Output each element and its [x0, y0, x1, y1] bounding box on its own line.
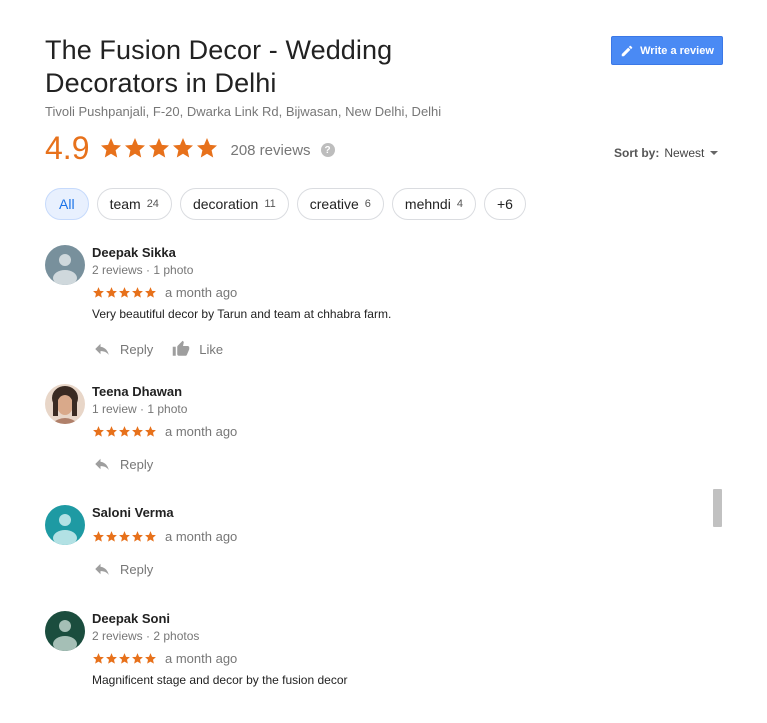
avatar[interactable]	[45, 611, 85, 651]
review-stars	[92, 530, 157, 543]
review-text: Very beautiful decor by Tarun and team a…	[92, 307, 392, 321]
star-icon	[145, 653, 156, 664]
star-icon	[132, 287, 143, 298]
write-review-label: Write a review	[640, 44, 714, 57]
reviewer-name[interactable]: Saloni Verma	[92, 505, 237, 521]
user-photo-avatar	[45, 384, 85, 424]
star-icon	[132, 426, 143, 437]
chip-label: All	[59, 196, 75, 212]
write-review-button[interactable]: Write a review	[611, 36, 723, 65]
rating-stars	[99, 136, 219, 160]
chip-count: 6	[364, 198, 371, 210]
reply-button[interactable]: Reply	[92, 340, 153, 358]
reviewer-name[interactable]: Deepak Soni	[92, 611, 348, 627]
reply-icon	[95, 563, 109, 575]
rating-summary: 4.9 208 reviews ?	[45, 132, 335, 164]
avatar[interactable]	[45, 505, 85, 545]
pencil-icon	[621, 45, 633, 56]
chip-label: decoration	[192, 196, 259, 212]
chip-label: mehndi	[404, 196, 451, 212]
chip-count: 4	[456, 198, 463, 210]
reviewer-meta: 2 reviews · 2 photos	[92, 629, 200, 643]
place-header: The Fusion Decor - Wedding Decorators in…	[45, 34, 565, 119]
review-time: a month ago	[165, 529, 238, 544]
avatar[interactable]	[45, 384, 85, 424]
chip-mehndi[interactable]: mehndi 4	[391, 188, 476, 220]
chip-label: team	[109, 196, 141, 212]
star-icon	[119, 287, 130, 298]
place-title: The Fusion Decor - Wedding Decorators in…	[45, 34, 565, 100]
like-button[interactable]: Like	[171, 340, 223, 358]
chip-creative[interactable]: creative 6	[296, 188, 384, 220]
rating-value: 4.9	[45, 130, 90, 166]
review-stars	[92, 652, 157, 665]
star-icon	[132, 653, 143, 664]
star-icon	[106, 531, 117, 542]
star-icon	[101, 138, 122, 158]
chip-count: 11	[264, 198, 276, 210]
reply-button[interactable]: Reply	[92, 560, 153, 578]
star-icon	[106, 653, 117, 664]
star-icon	[145, 287, 156, 298]
reply-label: Reply	[120, 341, 154, 357]
chip-label: +6	[496, 196, 513, 212]
review-time: a month ago	[165, 285, 238, 300]
reviewer-meta: 2 reviews · 1 photo	[92, 263, 194, 277]
reply-icon	[95, 343, 109, 355]
sort-value: Newest	[664, 146, 705, 160]
review-count[interactable]: 208 reviews	[230, 142, 310, 159]
reviewer-meta: 1 review · 1 photo	[92, 402, 188, 416]
sort-label: Sort by:	[614, 146, 660, 160]
user-avatar-icon	[45, 611, 85, 651]
place-title-line1: The Fusion Decor - Wedding	[45, 35, 393, 65]
star-icon	[132, 531, 143, 542]
thumbs-up-icon	[173, 340, 190, 356]
star-icon	[119, 653, 130, 664]
sort-dropdown[interactable]: Sort by: Newest	[614, 146, 719, 160]
star-icon	[149, 138, 170, 158]
topic-chips: All team 24 decoration 11 creative 6 meh…	[45, 188, 526, 220]
star-icon	[93, 531, 104, 542]
help-icon[interactable]: ?	[320, 143, 335, 157]
like-label: Like	[199, 341, 224, 357]
reply-button[interactable]: Reply	[92, 455, 153, 473]
reply-label: Reply	[120, 456, 154, 472]
chip-label: creative	[309, 196, 359, 212]
review-stars	[92, 286, 157, 299]
place-title-line2: Decorators in Delhi	[45, 68, 277, 98]
chevron-down-icon	[710, 151, 719, 155]
chip-count: 24	[146, 198, 159, 210]
star-icon	[145, 531, 156, 542]
reviewer-name[interactable]: Deepak Sikka	[92, 245, 391, 261]
star-icon	[197, 138, 218, 158]
star-icon	[106, 426, 117, 437]
star-icon	[119, 531, 130, 542]
review-stars	[92, 425, 157, 438]
star-icon	[119, 426, 130, 437]
scrollbar-thumb[interactable]	[713, 489, 722, 527]
chip-more[interactable]: +6	[483, 188, 526, 220]
user-avatar-icon	[45, 505, 85, 545]
star-icon	[125, 138, 146, 158]
user-avatar-icon	[45, 245, 85, 285]
chip-team[interactable]: team 24	[96, 188, 172, 220]
chip-all[interactable]: All	[45, 188, 89, 220]
review-text: Magnificent stage and decor by the fusio…	[92, 673, 348, 687]
reply-icon	[95, 458, 109, 470]
star-icon	[106, 287, 117, 298]
place-address: Tivoli Pushpanjali, F-20, Dwarka Link Rd…	[45, 104, 442, 119]
avatar[interactable]	[45, 245, 85, 285]
review-time: a month ago	[165, 651, 238, 666]
star-icon	[93, 653, 104, 664]
review-time: a month ago	[165, 424, 238, 439]
star-icon	[93, 426, 104, 437]
star-icon	[173, 138, 194, 158]
chip-decoration[interactable]: decoration 11	[179, 188, 289, 220]
star-icon	[145, 426, 156, 437]
reply-label: Reply	[120, 561, 154, 577]
reviewer-name[interactable]: Teena Dhawan	[92, 384, 237, 400]
star-icon	[93, 287, 104, 298]
